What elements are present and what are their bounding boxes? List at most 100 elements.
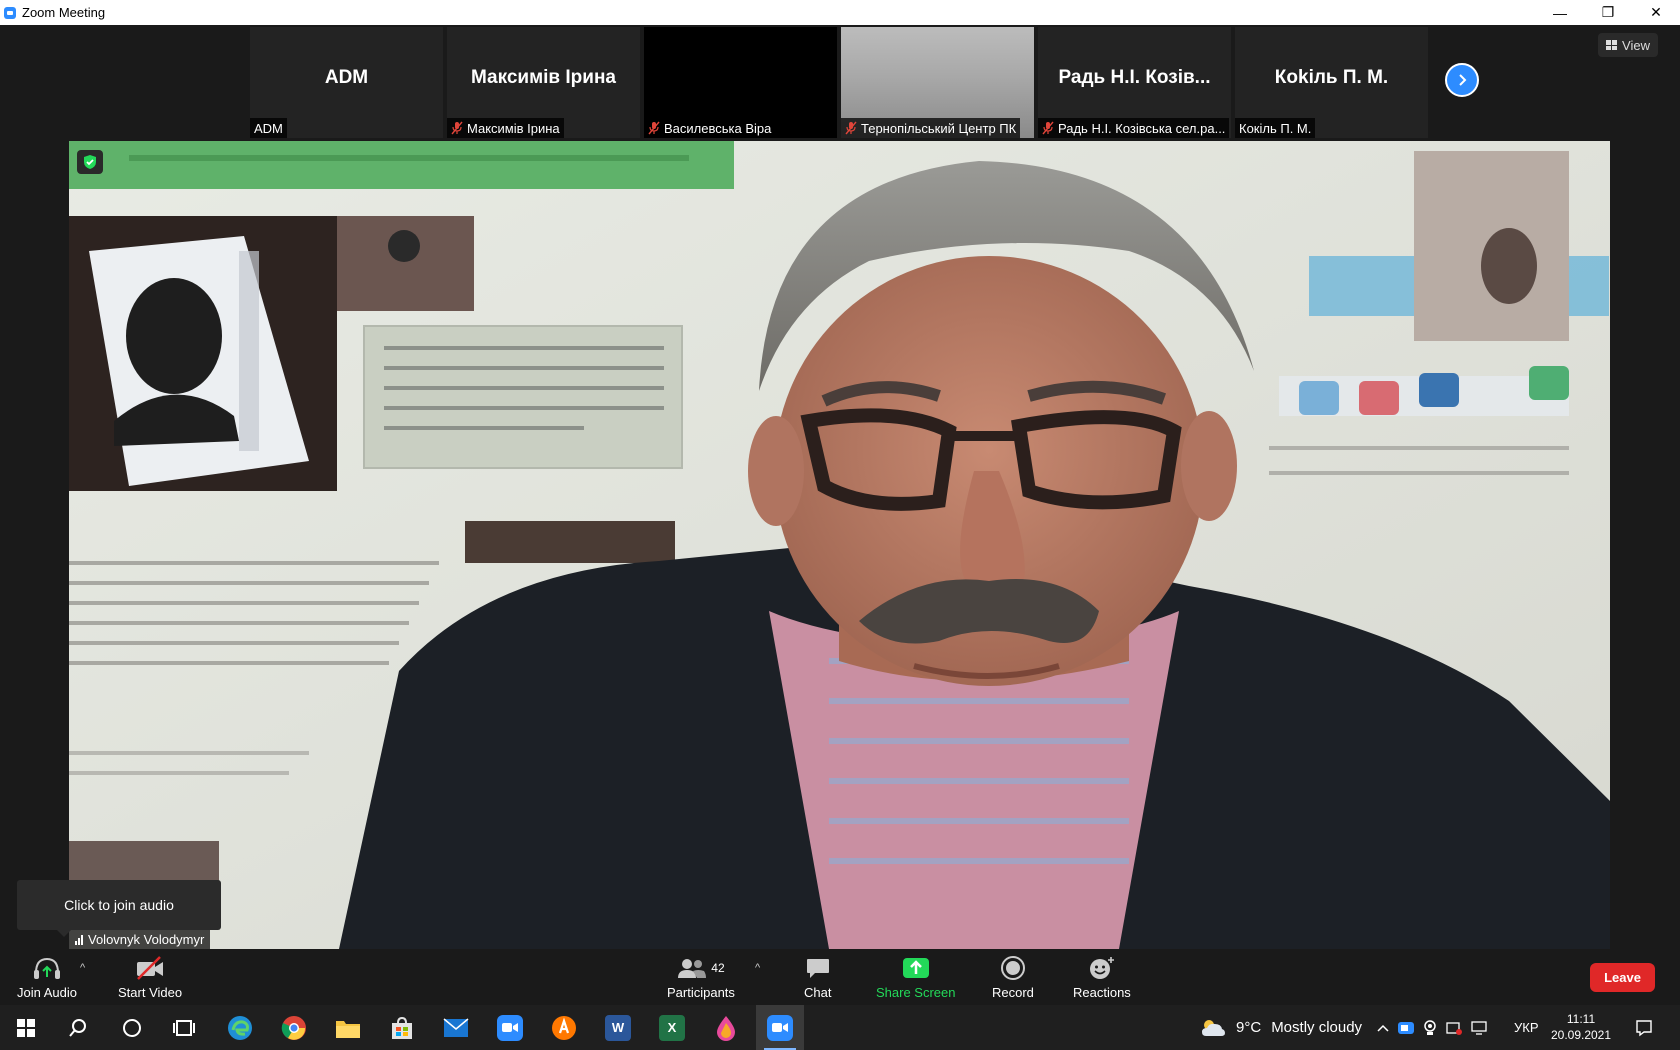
mic-muted-icon — [648, 121, 660, 135]
participant-label-text: ADM — [254, 120, 283, 136]
display-icon[interactable] — [1471, 1020, 1487, 1035]
zoom-icon — [497, 1014, 523, 1041]
leave-button[interactable]: Leave — [1590, 963, 1655, 992]
audio-options-caret[interactable]: ^ — [80, 962, 85, 974]
participant-label: ADM — [250, 118, 287, 138]
meeting-area: View ADM ADM Максимів Ірина Максимів Іри… — [0, 25, 1680, 950]
participants-icon-wrap: 42 — [677, 954, 725, 982]
start-button[interactable] — [2, 1005, 50, 1050]
participants-icon — [678, 959, 707, 978]
participant-label-text: Тернопільський Центр ПК — [861, 120, 1017, 136]
taskbar-avast[interactable] — [540, 1005, 588, 1050]
network-warning-icon[interactable] — [1446, 1020, 1462, 1036]
chat-button[interactable]: Chat — [804, 954, 831, 1000]
store-bag-icon — [392, 1016, 412, 1039]
encryption-shield-icon[interactable] — [77, 150, 103, 174]
action-center-button[interactable] — [1620, 1005, 1668, 1050]
search-icon — [69, 1018, 86, 1037]
join-audio-tooltip[interactable]: Click to join audio — [17, 880, 221, 937]
word-icon: W — [605, 1014, 631, 1041]
participant-tile[interactable]: Тернопільський Центр ПК — [841, 27, 1034, 138]
participants-button[interactable]: 42 Participants — [667, 954, 735, 1000]
clock-date: 20.09.2021 — [1550, 1028, 1612, 1042]
speaker-name: Volovnyk Volodymyr — [88, 931, 205, 947]
restore-button[interactable]: ❐ — [1584, 0, 1632, 25]
reactions-label: Reactions — [1073, 985, 1131, 1000]
speaker-name-tag: Volovnyk Volodymyr — [69, 929, 211, 949]
mic-muted-icon — [845, 121, 857, 135]
weather-text: Mostly cloudy — [1271, 1019, 1363, 1036]
notification-icon — [1636, 1019, 1652, 1036]
cortana-circle-icon — [123, 1018, 141, 1037]
share-screen-button[interactable]: Share Screen — [876, 954, 956, 1000]
grid-view-icon — [1606, 40, 1618, 50]
weather-widget[interactable]: 9°C Mostly cloudy — [1200, 1005, 1362, 1050]
chrome-icon — [281, 1015, 306, 1040]
taskbar-chrome[interactable] — [270, 1005, 318, 1050]
participant-label: Тернопільський Центр ПК — [841, 118, 1021, 138]
participants-options-caret[interactable]: ^ — [755, 962, 760, 974]
folder-icon — [336, 1020, 360, 1038]
participant-label: Василевська Віра — [644, 118, 776, 138]
share-screen-label: Share Screen — [876, 985, 956, 1000]
participant-label: Максимів Ірина — [447, 118, 564, 138]
chevron-up-icon[interactable] — [1377, 1024, 1389, 1032]
close-button[interactable]: ✕ — [1632, 0, 1680, 25]
mic-muted-icon — [1042, 121, 1054, 135]
shield-check-icon — [84, 155, 96, 169]
next-page-button[interactable] — [1445, 63, 1479, 97]
participant-label-text: Василевська Віра — [664, 120, 772, 136]
headphones-icon — [32, 954, 62, 982]
edge-icon — [228, 1015, 252, 1040]
participant-label: Радь Н.І. Козівська сел.ра... — [1038, 118, 1230, 138]
excel-icon: X — [659, 1014, 685, 1041]
chat-label: Chat — [804, 985, 832, 1000]
join-audio-button[interactable]: Join Audio — [17, 954, 77, 1000]
taskbar-zoom-meeting[interactable] — [756, 1005, 804, 1050]
participant-display-name: Максимів Ірина — [470, 67, 617, 88]
zoom-tray-icon[interactable] — [1398, 1021, 1414, 1035]
mic-muted-icon — [451, 121, 463, 135]
view-button-label: View — [1622, 37, 1650, 53]
record-button[interactable]: Record — [992, 954, 1034, 1000]
cortana-button[interactable] — [108, 1005, 156, 1050]
window-controls: — ❐ ✕ — [1536, 0, 1680, 25]
active-speaker-video — [69, 141, 1610, 949]
mail-icon — [443, 1017, 469, 1037]
taskbar-zoom[interactable] — [486, 1005, 534, 1050]
zoom-meeting-icon — [767, 1014, 793, 1041]
participant-tile[interactable]: Коkіль П. М. Кокіль П. М. — [1235, 27, 1428, 138]
reactions-button[interactable]: Reactions — [1073, 954, 1131, 1000]
taskbar-mail[interactable] — [432, 1005, 480, 1050]
participant-tile[interactable]: ADM ADM — [250, 27, 443, 138]
task-view-icon — [173, 1019, 195, 1036]
participant-tile[interactable]: Максимів Ірина Максимів Ірина — [447, 27, 640, 138]
paint-drop-icon — [717, 1015, 735, 1041]
task-view-button[interactable] — [160, 1005, 208, 1050]
input-language[interactable]: УКР — [1514, 1005, 1539, 1050]
view-button[interactable]: View — [1598, 33, 1658, 57]
system-clock[interactable]: 11:11 20.09.2021 — [1546, 1011, 1616, 1043]
taskbar-store[interactable] — [378, 1005, 426, 1050]
webcam-icon[interactable] — [1423, 1019, 1437, 1036]
window-title: Zoom Meeting — [22, 5, 106, 20]
chevron-right-icon — [1459, 74, 1467, 86]
start-video-button[interactable]: Start Video — [118, 954, 182, 1000]
taskbar-excel[interactable]: X — [648, 1005, 696, 1050]
weather-temp: 9°C — [1236, 1019, 1262, 1036]
taskbar-edge[interactable] — [216, 1005, 264, 1050]
taskbar-file-explorer[interactable] — [324, 1005, 372, 1050]
taskbar-paint[interactable] — [702, 1005, 750, 1050]
start-video-label: Start Video — [118, 985, 183, 1000]
participant-tile[interactable]: Василевська Віра — [644, 27, 837, 138]
participant-label-text: Кокіль П. М. — [1239, 120, 1312, 136]
minimize-button[interactable]: — — [1536, 0, 1584, 25]
participants-count: 42 — [711, 961, 725, 975]
zoom-app-icon — [4, 6, 16, 19]
taskbar-search-button[interactable] — [54, 1005, 102, 1050]
taskbar-word[interactable]: W — [594, 1005, 642, 1050]
participant-tile[interactable]: Радь Н.І. Козів... Радь Н.І. Козівська с… — [1038, 27, 1231, 138]
participants-label: Participants — [667, 985, 735, 1000]
speaker-video-feed — [69, 141, 1610, 949]
participant-display-name: ADM — [324, 67, 369, 88]
